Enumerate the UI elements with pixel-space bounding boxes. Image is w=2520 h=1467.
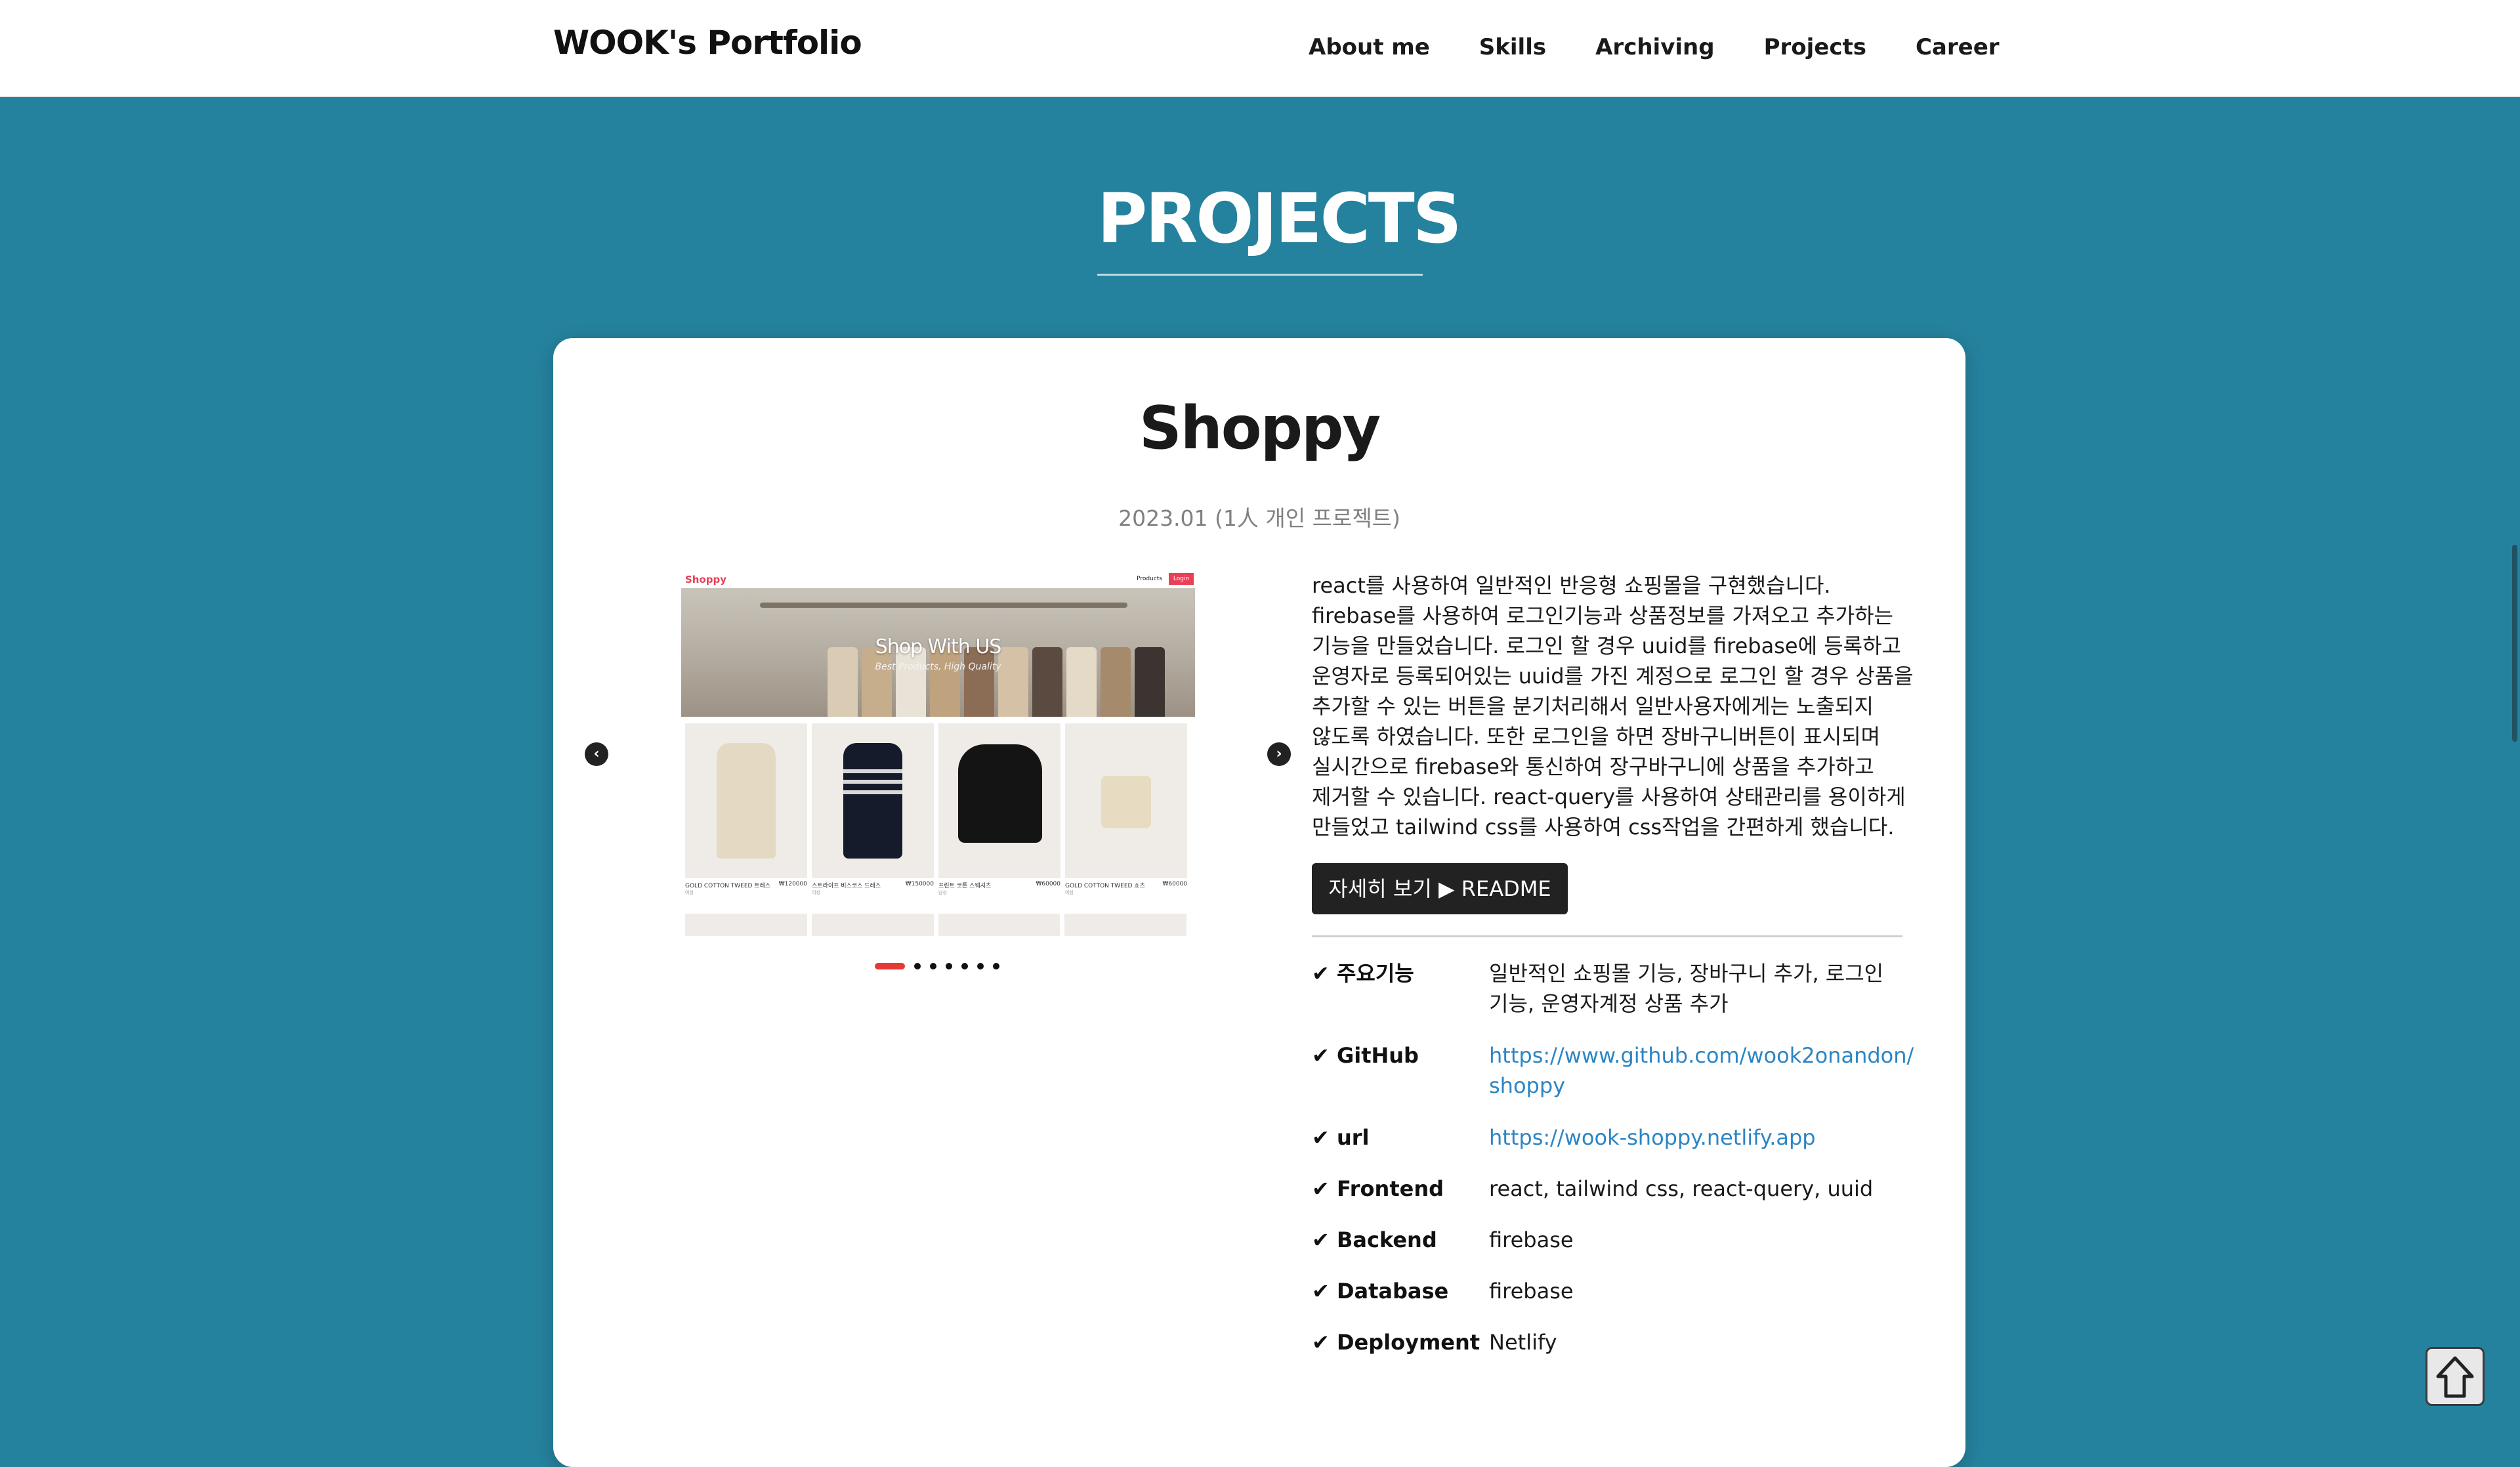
carousel-dot[interactable] bbox=[993, 963, 999, 969]
nav-link-career[interactable]: Career bbox=[1916, 34, 2000, 60]
description-line: react를 사용하여 일반적인 반응형 쇼핑몰을 구현했습니다. bbox=[1312, 573, 1831, 598]
project-date: 2023.01 (1人 개인 프로젝트) bbox=[1118, 505, 1400, 531]
chevron-right-icon[interactable]: › bbox=[1267, 742, 1291, 766]
info-row-database: ✔ Database firebase bbox=[1312, 1276, 1902, 1306]
info-row-backend: ✔ Backend firebase bbox=[1312, 1225, 1902, 1255]
product-name: GOLD COTTON TWEED 트레스 bbox=[685, 883, 771, 889]
product-image bbox=[938, 723, 1060, 878]
product-name: 프린트 코튼 스웨셔츠 bbox=[938, 883, 992, 889]
screenshot-nav-products: Products bbox=[1137, 576, 1162, 582]
product-category: 여성 bbox=[685, 890, 694, 895]
description-line: 운영자로 등록되어있는 uuid를 가진 계정으로 로그인 할 경우 상품을 bbox=[1312, 664, 1914, 689]
product-name: 스트라이프 비스코스 드레스 bbox=[812, 883, 881, 889]
info-row-features: ✔ 주요기능 일반적인 쇼핑몰 기능, 장바구니 추가, 로그인 기능, 운영자계… bbox=[1312, 958, 1902, 1019]
check-icon: ✔ bbox=[1312, 1227, 1330, 1252]
info-label: ✔ url bbox=[1312, 1125, 1370, 1150]
screenshot-product-card: 프린트 코튼 스웨셔츠 ₩60000 남성 bbox=[938, 723, 1060, 896]
description-line: firebase를 사용하여 로그인기능과 상품정보를 가져오고 추가하는 bbox=[1312, 603, 1893, 628]
product-price: ₩60000 bbox=[1162, 881, 1187, 887]
scrollbar-thumb[interactable] bbox=[2512, 545, 2517, 742]
info-row-github: ✔ GitHub https://www.github.com/wook2ona… bbox=[1312, 1040, 1914, 1101]
check-icon: ✔ bbox=[1312, 961, 1330, 986]
description-line: 기능을 만들었습니다. 로그인 할 경우 uuid를 firebase에 등록하… bbox=[1312, 633, 1901, 658]
check-icon: ✔ bbox=[1312, 1125, 1330, 1150]
description-line: 않도록 하였습니다. 또한 로그인을 하면 장바구니버튼이 표시되며 bbox=[1312, 724, 1881, 749]
info-value: firebase bbox=[1489, 1279, 1574, 1304]
info-label: ✔ Backend bbox=[1312, 1227, 1437, 1252]
github-link[interactable]: https://www.github.com/wook2onandon/shop… bbox=[1489, 1040, 1914, 1101]
info-value: react, tailwind css, react-query, uuid bbox=[1489, 1176, 1874, 1201]
scroll-to-top-button[interactable] bbox=[2426, 1347, 2485, 1406]
carousel-dots bbox=[875, 963, 1009, 969]
brand-logo[interactable]: WOOK's Portfolio bbox=[553, 24, 862, 62]
description-line: 추가할 수 있는 버튼을 분기처리해서 일반사용자에게는 노출되지 bbox=[1312, 694, 1874, 719]
description-line: 제거할 수 있습니다. react-query를 사용하여 상태관리를 용이하게 bbox=[1312, 784, 1906, 809]
nav-link-archiving[interactable]: Archiving bbox=[1595, 34, 1714, 60]
description-line: 실시간으로 firebase와 통신하여 장구바구니에 상품을 추가하고 bbox=[1312, 754, 1874, 779]
nav-link-projects[interactable]: Projects bbox=[1764, 34, 1866, 60]
section-title: PROJECTS bbox=[1097, 179, 1462, 259]
product-price: ₩150000 bbox=[905, 881, 934, 887]
info-label: ✔ GitHub bbox=[1312, 1043, 1419, 1068]
product-category: 남성 bbox=[938, 890, 947, 895]
info-label: ✔ Frontend bbox=[1312, 1176, 1444, 1201]
product-name: GOLD COTTON TWEED 쇼츠 bbox=[1065, 883, 1145, 889]
product-price: ₩60000 bbox=[1036, 881, 1060, 887]
info-row-deployment: ✔ Deployment Netlify bbox=[1312, 1327, 1902, 1357]
nav-links: About me Skills Archiving Projects Caree… bbox=[1309, 34, 2049, 60]
product-image bbox=[1065, 723, 1187, 878]
info-value: Netlify bbox=[1489, 1330, 1557, 1355]
product-image bbox=[812, 723, 934, 878]
info-label: ✔ Database bbox=[1312, 1279, 1449, 1304]
divider bbox=[1312, 935, 1902, 937]
nav-link-about-me[interactable]: About me bbox=[1309, 34, 1430, 60]
check-icon: ✔ bbox=[1312, 1043, 1330, 1068]
description-line: 만들었고 tailwind css를 사용하여 css작업을 간편하게 했습니다… bbox=[1312, 815, 1895, 840]
info-row-frontend: ✔ Frontend react, tailwind css, react-qu… bbox=[1312, 1174, 1902, 1204]
project-screenshot: Shoppy Products Login Shop With US Best … bbox=[681, 571, 1195, 936]
info-value: 일반적인 쇼핑몰 기능, 장바구니 추가, 로그인 기능, 운영자계정 상품 추가 bbox=[1489, 961, 1884, 1016]
project-title: Shoppy bbox=[1139, 394, 1381, 463]
screenshot-header: Shoppy Products Login bbox=[681, 571, 1195, 588]
carousel-dot[interactable] bbox=[961, 963, 968, 969]
check-icon: ✔ bbox=[1312, 1330, 1330, 1355]
screenshot-product-card: GOLD COTTON TWEED 쇼츠 ₩60000 여성 bbox=[1065, 723, 1187, 896]
screenshot-banner-title: Shop With US bbox=[875, 635, 1002, 658]
navbar: WOOK's Portfolio About me Skills Archivi… bbox=[0, 0, 2520, 97]
project-card: Shoppy 2023.01 (1人 개인 프로젝트) ‹ › Shoppy P… bbox=[553, 338, 1965, 1467]
section-underline bbox=[1097, 274, 1423, 276]
arrow-up-icon bbox=[2436, 1356, 2474, 1398]
carousel-dot[interactable] bbox=[946, 963, 952, 969]
check-icon: ✔ bbox=[1312, 1279, 1330, 1304]
screenshot-banner-subtitle: Best Products, High Quality bbox=[875, 662, 1001, 672]
info-label: ✔ 주요기능 bbox=[1312, 961, 1414, 986]
screenshot-product-grid: GOLD COTTON TWEED 트레스 ₩120000 여성 스트라이프 비스… bbox=[685, 723, 1191, 896]
screenshot-banner: Shop With US Best Products, High Quality bbox=[681, 588, 1195, 717]
product-category: 여성 bbox=[812, 890, 820, 895]
info-row-url: ✔ url https://wook-shoppy.netlify.app bbox=[1312, 1122, 1902, 1153]
screenshot-product-card: 스트라이프 비스코스 드레스 ₩150000 여성 bbox=[812, 723, 934, 896]
product-image bbox=[685, 723, 807, 878]
info-value: firebase bbox=[1489, 1227, 1574, 1252]
carousel-dot[interactable] bbox=[914, 963, 921, 969]
site-url-link[interactable]: https://wook-shoppy.netlify.app bbox=[1489, 1122, 1902, 1153]
carousel-dot[interactable] bbox=[930, 963, 936, 969]
product-price: ₩120000 bbox=[778, 881, 807, 887]
clothes-rack bbox=[760, 603, 1127, 608]
readme-button[interactable]: 자세히 보기 ▶ README bbox=[1312, 863, 1568, 914]
nav-link-skills[interactable]: Skills bbox=[1479, 34, 1546, 60]
info-label: ✔ Deployment bbox=[1312, 1330, 1480, 1355]
check-icon: ✔ bbox=[1312, 1176, 1330, 1201]
screenshot-login-button: Login bbox=[1169, 573, 1194, 585]
screenshot-logo: Shoppy bbox=[685, 574, 727, 585]
screenshot-product-card: GOLD COTTON TWEED 트레스 ₩120000 여성 bbox=[685, 723, 807, 896]
carousel-dot-active[interactable] bbox=[875, 963, 905, 969]
project-description: react를 사용하여 일반적인 반응형 쇼핑몰을 구현했습니다. fireba… bbox=[1312, 570, 1916, 842]
product-category: 여성 bbox=[1065, 890, 1074, 895]
chevron-left-icon[interactable]: ‹ bbox=[585, 742, 608, 766]
carousel-dot[interactable] bbox=[977, 963, 984, 969]
screenshot-product-row-2 bbox=[685, 914, 1191, 936]
